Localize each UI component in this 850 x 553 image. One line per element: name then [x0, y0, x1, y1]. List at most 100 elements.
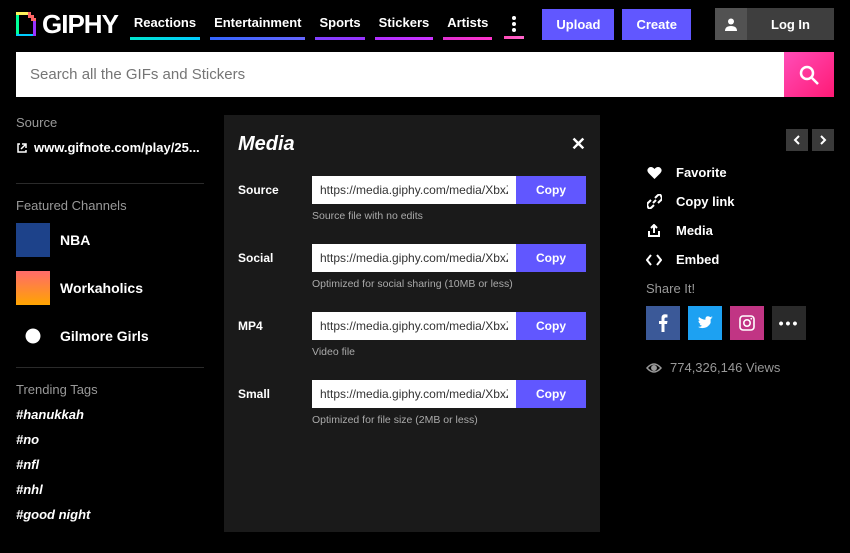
tag-item[interactable]: #nhl: [16, 482, 204, 497]
logo-text: GIPHY: [42, 9, 118, 40]
logo-icon: [16, 12, 36, 36]
facebook-icon: [658, 314, 668, 332]
copy-button[interactable]: Copy: [516, 244, 586, 272]
search-input[interactable]: [16, 52, 784, 97]
copy-button[interactable]: Copy: [516, 380, 586, 408]
media-label: Small: [238, 387, 312, 401]
media-header: Media ✕: [238, 133, 586, 156]
media-row-source: Source Copy Source file with no edits: [238, 176, 586, 222]
nav-sports[interactable]: Sports: [315, 9, 364, 40]
action-embed[interactable]: Embed: [646, 252, 834, 267]
media-label: Source: [238, 183, 312, 197]
share-twitter-button[interactable]: [688, 306, 722, 340]
media-hint: Optimized for file size (2MB or less): [312, 414, 586, 426]
nav-stickers[interactable]: Stickers: [375, 9, 434, 40]
featured-channels-label: Featured Channels: [16, 198, 204, 213]
nav-artists[interactable]: Artists: [443, 9, 492, 40]
instagram-icon: [739, 315, 755, 331]
source-link[interactable]: www.gifnote.com/play/25...: [16, 140, 204, 155]
media-url-input[interactable]: [312, 312, 516, 340]
share-more-button[interactable]: •••: [772, 306, 806, 340]
channel-thumb: [16, 271, 50, 305]
channel-item-nba[interactable]: NBA: [16, 223, 204, 257]
channel-name: Gilmore Girls: [60, 328, 149, 344]
media-hint: Source file with no edits: [312, 210, 586, 222]
media-title: Media: [238, 133, 295, 156]
header: GIPHY Reactions Entertainment Sports Sti…: [0, 0, 850, 48]
header-buttons: Upload Create: [542, 9, 691, 40]
share-instagram-button[interactable]: [730, 306, 764, 340]
tag-item[interactable]: #nfl: [16, 457, 204, 472]
channel-thumb: [16, 319, 50, 353]
copy-button[interactable]: Copy: [516, 312, 586, 340]
media-url-input[interactable]: [312, 176, 516, 204]
channel-thumb: [16, 223, 50, 257]
pager: [646, 129, 834, 151]
media-label: MP4: [238, 319, 312, 333]
close-icon[interactable]: ✕: [571, 134, 586, 155]
share-label: Share It!: [646, 281, 834, 296]
right-sidebar: Favorite Copy link Media Embed Share It!: [620, 115, 834, 532]
logo[interactable]: GIPHY: [16, 9, 118, 40]
more-icon: •••: [779, 315, 800, 331]
media-url-input[interactable]: [312, 244, 516, 272]
action-label: Embed: [676, 252, 719, 267]
source-url: www.gifnote.com/play/25...: [34, 140, 200, 155]
nav: Reactions Entertainment Sports Stickers …: [130, 9, 493, 40]
create-button[interactable]: Create: [622, 9, 690, 40]
left-sidebar: Source www.gifnote.com/play/25... Featur…: [16, 115, 204, 532]
divider: [16, 367, 204, 368]
external-link-icon: [16, 142, 28, 154]
media-hint: Video file: [312, 346, 586, 358]
media-label: Social: [238, 251, 312, 265]
twitter-icon: [697, 316, 713, 330]
heart-icon: [646, 166, 662, 180]
source-label: Source: [16, 115, 204, 130]
nav-more-button[interactable]: [504, 9, 524, 39]
content: Source www.gifnote.com/play/25... Featur…: [0, 115, 850, 532]
divider: [16, 183, 204, 184]
channel-item-gilmore[interactable]: Gilmore Girls: [16, 319, 204, 353]
upload-button[interactable]: Upload: [542, 9, 614, 40]
views-count: 774,326,146 Views: [646, 360, 834, 375]
nav-reactions[interactable]: Reactions: [130, 9, 200, 40]
media-row-social: Social Copy Optimized for social sharing…: [238, 244, 586, 290]
action-label: Copy link: [676, 194, 735, 209]
avatar-icon: [715, 8, 747, 40]
media-row-small: Small Copy Optimized for file size (2MB …: [238, 380, 586, 426]
share-row: •••: [646, 306, 834, 340]
nav-entertainment[interactable]: Entertainment: [210, 9, 305, 40]
search-bar: [16, 52, 834, 97]
share-facebook-button[interactable]: [646, 306, 680, 340]
pager-prev-button[interactable]: [786, 129, 808, 151]
tag-item[interactable]: #hanukkah: [16, 407, 204, 422]
channel-name: Workaholics: [60, 280, 143, 296]
action-label: Favorite: [676, 165, 727, 180]
media-url-input[interactable]: [312, 380, 516, 408]
embed-icon: [646, 254, 662, 266]
action-favorite[interactable]: Favorite: [646, 165, 834, 180]
eye-icon: [646, 362, 662, 374]
trending-tags-label: Trending Tags: [16, 382, 204, 397]
search-icon: [798, 64, 820, 86]
channel-name: NBA: [60, 232, 90, 248]
media-row-mp4: MP4 Copy Video file: [238, 312, 586, 358]
search-button[interactable]: [784, 52, 834, 97]
action-media[interactable]: Media: [646, 223, 834, 238]
copy-button[interactable]: Copy: [516, 176, 586, 204]
chevron-left-icon: [793, 135, 801, 145]
link-icon: [646, 194, 662, 209]
share-icon: [646, 224, 662, 238]
login-button[interactable]: Log In: [747, 9, 834, 40]
media-panel: Media ✕ Source Copy Source file with no …: [224, 115, 600, 532]
chevron-right-icon: [819, 135, 827, 145]
views-text: 774,326,146 Views: [670, 360, 780, 375]
tag-item[interactable]: #no: [16, 432, 204, 447]
action-copy-link[interactable]: Copy link: [646, 194, 834, 209]
pager-next-button[interactable]: [812, 129, 834, 151]
channel-item-workaholics[interactable]: Workaholics: [16, 271, 204, 305]
media-hint: Optimized for social sharing (10MB or le…: [312, 278, 586, 290]
action-label: Media: [676, 223, 713, 238]
login-box[interactable]: Log In: [715, 8, 834, 40]
tag-item[interactable]: #good night: [16, 507, 204, 522]
